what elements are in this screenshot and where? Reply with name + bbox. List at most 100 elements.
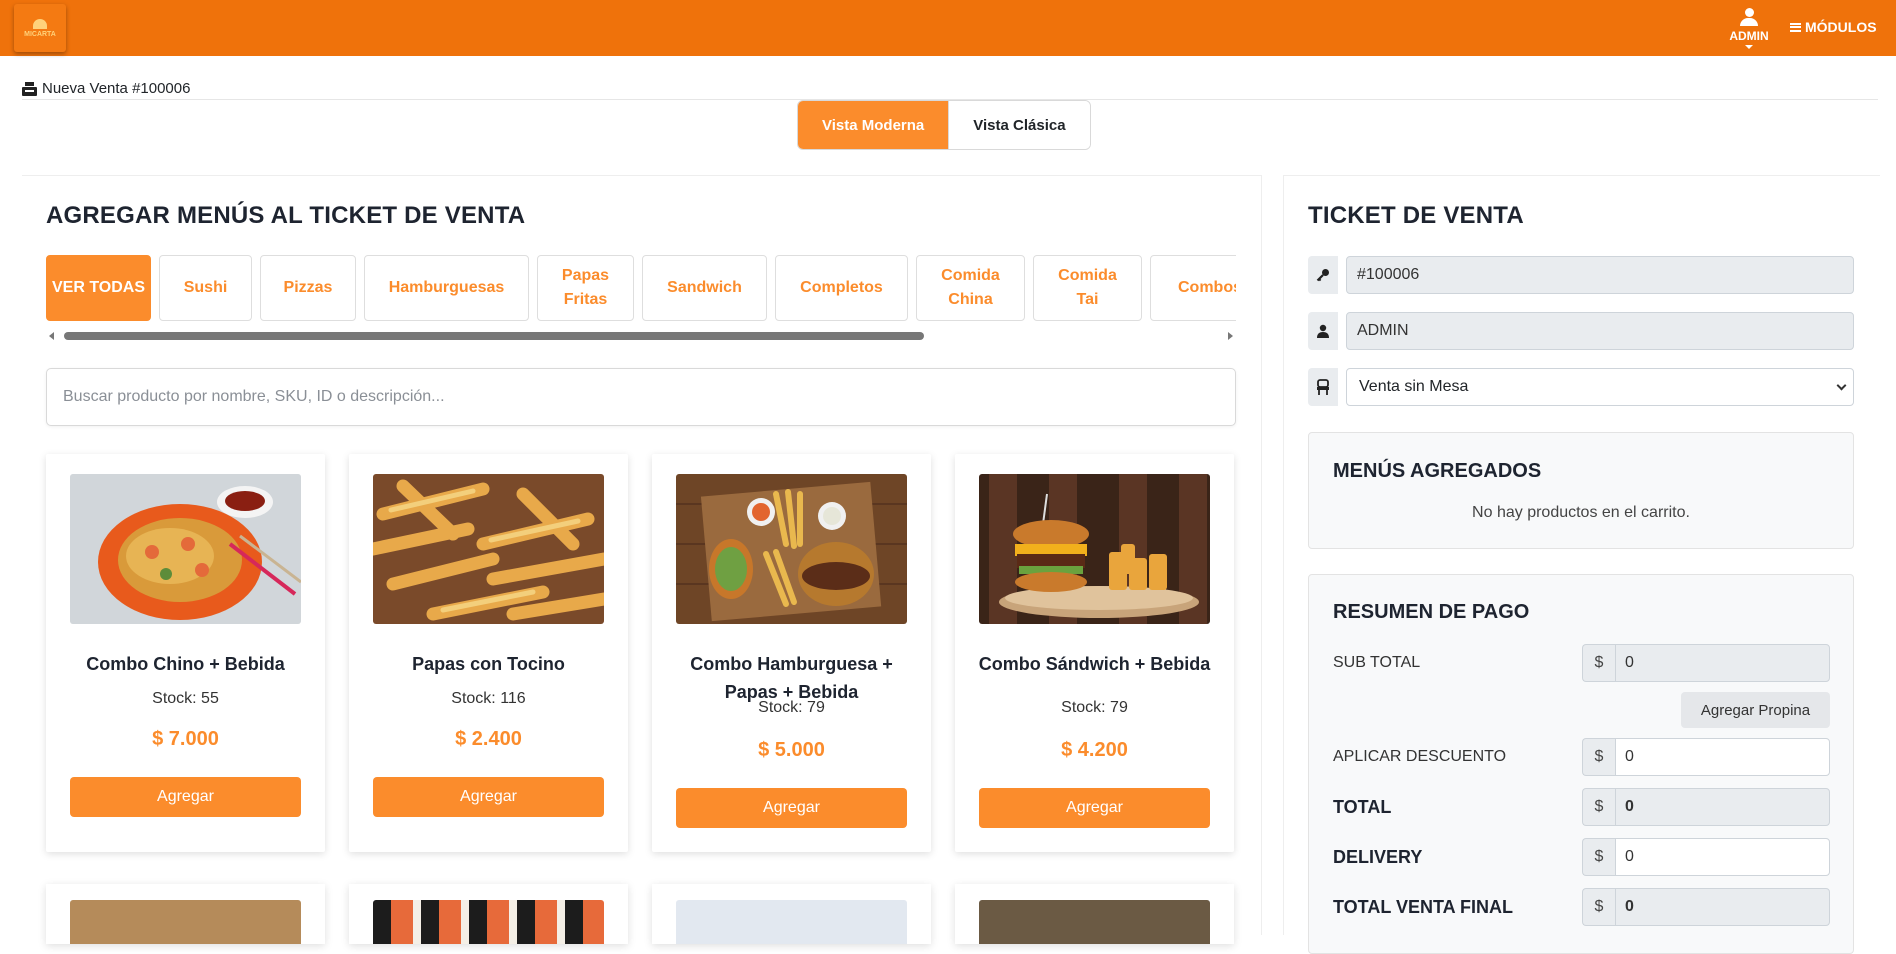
discount-label: APLICAR DESCUENTO (1333, 748, 1507, 765)
chair-icon (1308, 368, 1338, 406)
category-tab-combos[interactable]: Combos (1150, 255, 1236, 321)
category-tab-comida-tai[interactable]: Comida Tai (1033, 255, 1142, 321)
currency-addon: $ (1582, 644, 1615, 682)
product-stock: Stock: 79 (1061, 699, 1128, 716)
view-toggle: Vista Moderna Vista Clásica (797, 100, 1091, 150)
product-stock: Stock: 55 (152, 690, 219, 707)
user-icon (1308, 312, 1338, 350)
add-product-button[interactable]: Agregar (70, 777, 301, 817)
product-grid: Combo Chino + Bebida Stock: 55 $ 7.000 A… (46, 454, 1236, 852)
delivery-label: DELIVERY (1333, 847, 1423, 867)
modules-menu-button[interactable]: MÓDULOS (1790, 19, 1877, 35)
app-logo[interactable]: MICARTA (14, 4, 66, 52)
logo-sun-icon (33, 18, 47, 29)
currency-addon: $ (1582, 788, 1615, 826)
key-icon (1308, 256, 1338, 294)
product-image (979, 900, 1210, 944)
product-image-placeholder (676, 900, 907, 944)
category-tab-comida-china[interactable]: Comida China (916, 255, 1025, 321)
product-card (652, 884, 931, 944)
ticket-id-field: #100006 (1308, 256, 1854, 294)
subtotal-label: SUB TOTAL (1333, 654, 1421, 671)
product-card (955, 884, 1234, 944)
ticket-user-field: ADMIN (1308, 312, 1854, 350)
cash-register-icon (22, 81, 37, 96)
modern-view-button[interactable]: Vista Moderna (798, 101, 949, 149)
final-total-label: TOTAL VENTA FINAL (1333, 897, 1513, 917)
product-grid-row-2 (46, 884, 1236, 944)
table-select-field: Venta sin Mesa (1308, 368, 1854, 406)
top-navbar: MICARTA ADMIN MÓDULOS (0, 0, 1896, 56)
menu-panel-title: AGREGAR MENÚS AL TICKET DE VENTA (46, 202, 526, 229)
table-select-value: Venta sin Mesa (1359, 378, 1469, 395)
total-input: 0 (1615, 788, 1830, 826)
product-name: Combo Sándwich + Bebida (978, 654, 1211, 674)
category-tab-papas-fritas[interactable]: Papas Fritas (537, 255, 634, 321)
add-product-button[interactable]: Agregar (979, 788, 1210, 828)
add-product-button[interactable]: Agregar (373, 777, 604, 817)
add-product-button[interactable]: Agregar (676, 788, 907, 828)
category-tabs: VER TODAS Sushi Pizzas Hamburguesas Papa… (46, 255, 1236, 323)
final-total-row: TOTAL VENTA FINAL $ 0 (1333, 888, 1830, 926)
currency-addon: $ (1582, 838, 1615, 876)
product-name: Papas con Tocino (412, 654, 565, 674)
cart-title: MENÚS AGREGADOS (1333, 460, 1542, 482)
user-menu[interactable]: ADMIN (1724, 6, 1774, 50)
product-card: Combo Chino + Bebida Stock: 55 $ 7.000 A… (46, 454, 325, 852)
product-price: $ 5.000 (758, 739, 825, 761)
scrollbar-thumb[interactable] (64, 332, 924, 340)
classic-view-button[interactable]: Vista Clásica (948, 101, 1090, 149)
product-price: $ 7.000 (152, 728, 219, 750)
category-tab-pizzas[interactable]: Pizzas (260, 255, 356, 321)
product-card: Combo Hamburguesa + Papas + Bebida Stock… (652, 454, 931, 852)
table-select[interactable]: Venta sin Mesa (1346, 368, 1854, 406)
page-title-text: Nueva Venta #100006 (42, 80, 191, 97)
product-image (676, 474, 907, 624)
empty-cart-message: No hay productos en el carrito. (1472, 504, 1690, 521)
product-image (70, 900, 301, 944)
product-card (349, 884, 628, 944)
currency-addon: $ (1582, 888, 1615, 926)
product-image (70, 474, 301, 624)
scroll-right-icon[interactable] (1228, 332, 1233, 340)
user-icon (1744, 8, 1754, 17)
user-label: ADMIN (1729, 29, 1769, 43)
total-label: TOTAL (1333, 797, 1392, 817)
scroll-left-icon[interactable] (49, 332, 54, 340)
product-price: $ 2.400 (455, 728, 522, 750)
product-image (979, 474, 1210, 624)
modules-label: MÓDULOS (1805, 19, 1877, 35)
caret-down-icon (1745, 45, 1753, 49)
ticket-id-value: #100006 (1346, 256, 1854, 294)
category-tab-all[interactable]: VER TODAS (46, 255, 151, 321)
product-stock: Stock: 116 (451, 690, 526, 707)
cart-box: MENÚS AGREGADOS No hay productos en el c… (1308, 432, 1854, 549)
category-tab-sushi[interactable]: Sushi (159, 255, 252, 321)
subtotal-row: SUB TOTAL $ 0 (1333, 644, 1830, 682)
logo-text: MICARTA (24, 30, 56, 38)
delivery-input[interactable]: 0 (1615, 838, 1830, 876)
category-tab-sandwich[interactable]: Sandwich (642, 255, 767, 321)
ticket-panel-title: TICKET DE VENTA (1308, 202, 1524, 229)
product-card (46, 884, 325, 944)
category-scrollbar[interactable] (46, 328, 1236, 344)
product-image (373, 900, 604, 944)
add-tip-button[interactable]: Agregar Propina (1681, 692, 1830, 728)
category-tab-hamburguesas[interactable]: Hamburguesas (364, 255, 529, 321)
currency-addon: $ (1582, 738, 1615, 776)
final-total-input: 0 (1615, 888, 1830, 926)
page-title: Nueva Venta #100006 (22, 80, 190, 97)
discount-row: APLICAR DESCUENTO $ 0 (1333, 738, 1830, 776)
discount-input[interactable]: 0 (1615, 738, 1830, 776)
category-tab-completos[interactable]: Completos (775, 255, 908, 321)
product-search-input[interactable] (46, 368, 1236, 426)
total-row: TOTAL $ 0 (1333, 788, 1830, 826)
product-image (373, 474, 604, 624)
product-stock: Stock: 79 (758, 699, 825, 716)
hamburger-icon (1790, 22, 1801, 32)
payment-summary-title: RESUMEN DE PAGO (1333, 601, 1530, 623)
delivery-row: DELIVERY $ 0 (1333, 838, 1830, 876)
product-card: Combo Sándwich + Bebida Stock: 79 $ 4.20… (955, 454, 1234, 852)
product-name: Combo Chino + Bebida (86, 654, 285, 674)
product-card: Papas con Tocino Stock: 116 $ 2.400 Agre… (349, 454, 628, 852)
